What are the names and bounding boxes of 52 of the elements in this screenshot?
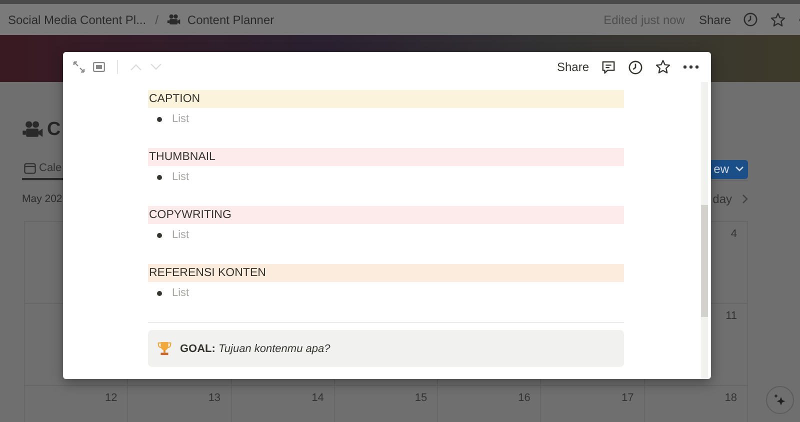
calendar-day-cell[interactable]: 15	[334, 386, 438, 422]
breadcrumb-link[interactable]: Social Media Content Pl...	[8, 12, 146, 26]
bullet-icon	[157, 116, 162, 122]
sparkle-button[interactable]	[766, 386, 794, 414]
calendar-day-cell[interactable]: 12	[25, 386, 128, 422]
bullet-icon	[157, 174, 162, 180]
list-placeholder[interactable]: List	[172, 229, 190, 241]
calendar-day-cell[interactable]: 13	[128, 386, 232, 422]
comment-icon[interactable]	[601, 60, 616, 74]
bullet-icon	[157, 290, 162, 296]
page-title: C	[47, 119, 61, 141]
day-number: 16	[518, 392, 530, 404]
day-number: 12	[105, 392, 118, 404]
star-icon[interactable]	[655, 59, 671, 75]
list-placeholder[interactable]: List	[172, 287, 190, 299]
day-number: 4	[730, 228, 737, 240]
calendar-icon	[24, 162, 36, 174]
calendar-day-cell[interactable]: 16	[438, 386, 542, 422]
list-placeholder[interactable]: List	[172, 113, 190, 125]
day-number: 14	[312, 392, 324, 404]
day-number: 18	[724, 392, 737, 404]
share-button[interactable]: Share	[556, 60, 589, 74]
calendar-day-cell[interactable]: 17	[541, 386, 645, 422]
panel-icon[interactable]	[93, 62, 105, 72]
goal-text: GOAL: Tujuan kontenmu apa?	[180, 342, 330, 354]
caret-icon	[735, 166, 744, 172]
bullet-icon	[157, 232, 162, 238]
month-label: May 202	[22, 193, 62, 205]
day-number: 11	[726, 310, 737, 322]
breadcrumb-link[interactable]: Content Planner	[187, 12, 274, 26]
section-heading: THUMBNAIL	[148, 148, 624, 166]
day-number: 13	[208, 392, 221, 404]
list-placeholder[interactable]: List	[172, 171, 190, 183]
calendar-day-cell[interactable]: 18	[644, 386, 748, 422]
share-button[interactable]: Share	[698, 12, 731, 26]
more-icon[interactable]	[683, 65, 699, 69]
movie-camera-icon	[167, 12, 182, 26]
day-number: 15	[414, 392, 428, 404]
expand-icon[interactable]	[73, 61, 85, 73]
chevron-right-icon	[742, 194, 748, 204]
section-heading: REFERENSI KONTEN	[148, 264, 624, 282]
scrollbar[interactable]	[701, 82, 708, 379]
breadcrumb-separator: /	[155, 12, 158, 26]
today-button[interactable]: day	[712, 192, 748, 206]
star-icon[interactable]	[770, 12, 786, 28]
day-number: 17	[621, 392, 634, 404]
calendar-day-cell[interactable]: 14	[232, 386, 335, 422]
trophy-icon	[157, 341, 172, 356]
section-heading: CAPTION	[148, 90, 624, 108]
clock-icon[interactable]	[628, 60, 643, 74]
section-heading: COPYWRITING	[148, 206, 624, 224]
sparkle-icon	[773, 393, 787, 407]
